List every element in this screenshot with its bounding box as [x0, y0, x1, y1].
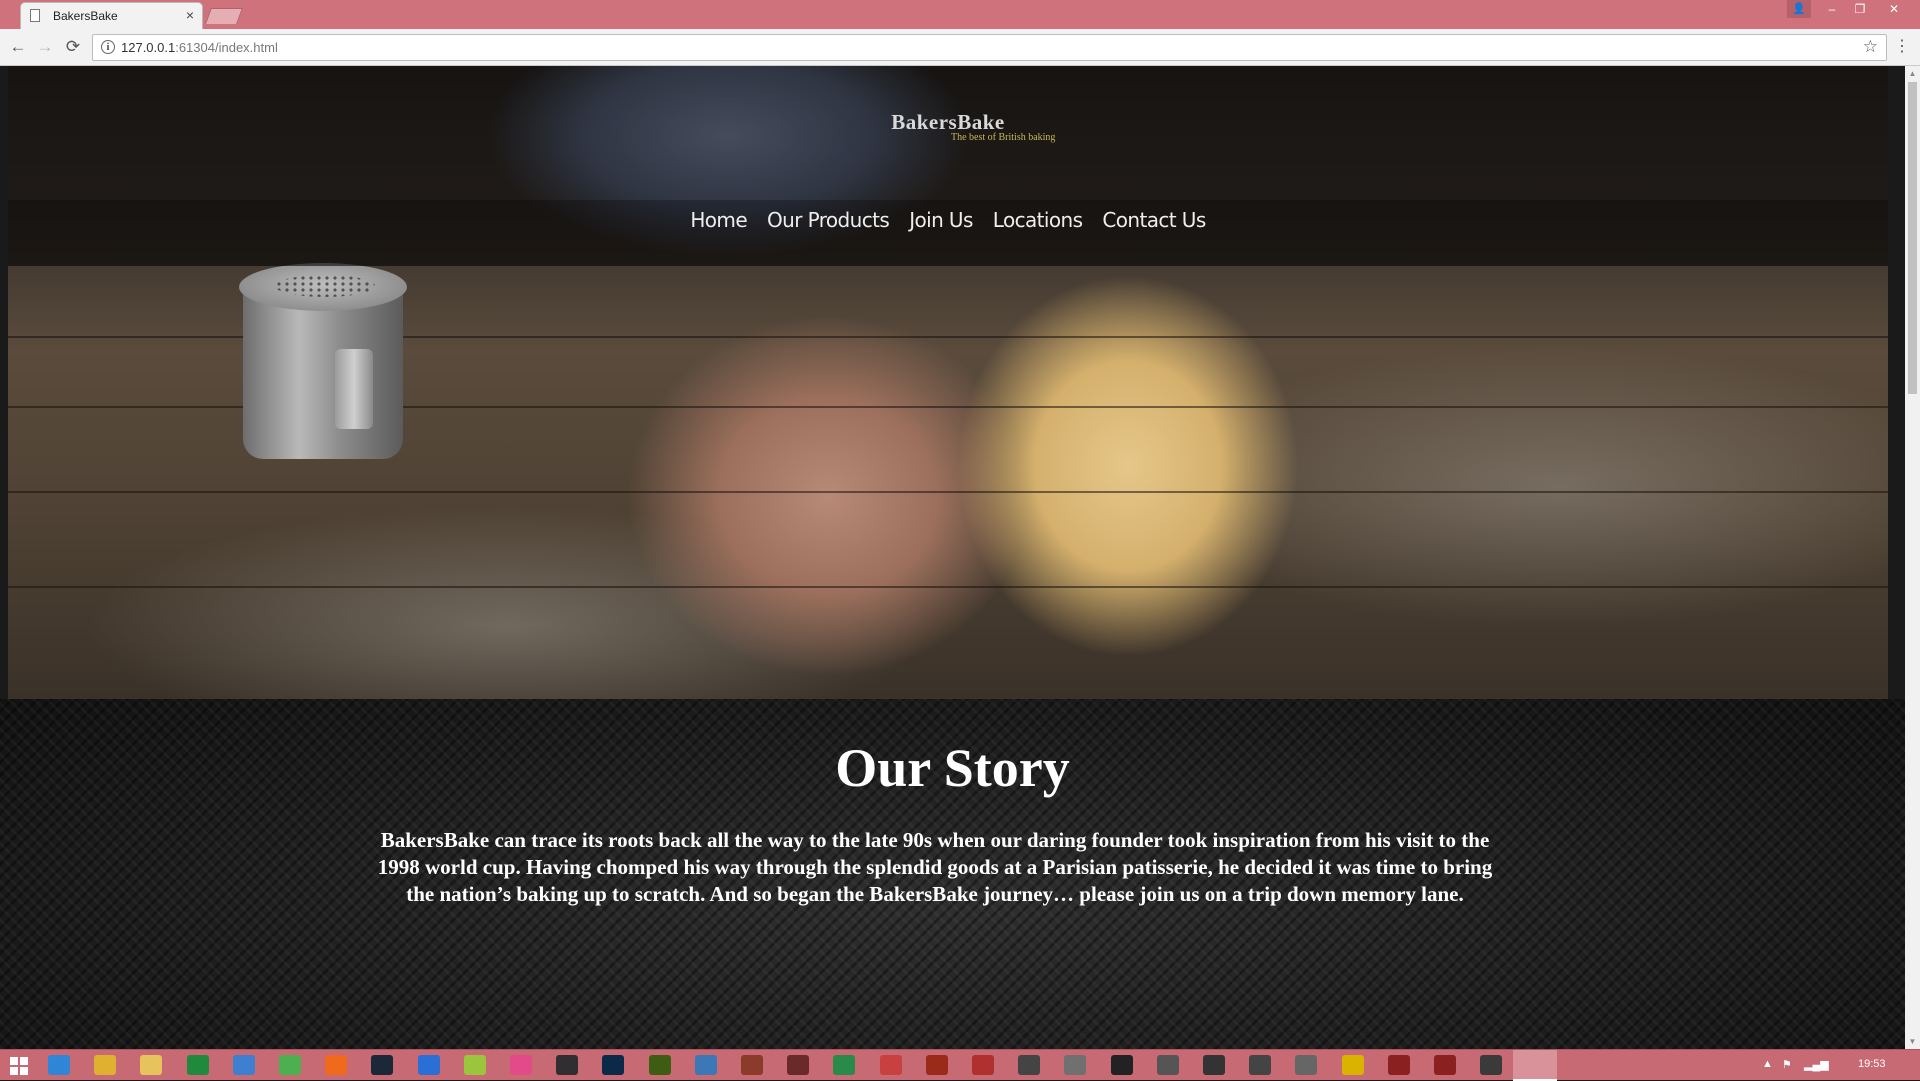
game-app-icon-12[interactable] [1249, 1055, 1271, 1075]
keyboard-icon[interactable] [233, 1055, 255, 1075]
lime-app-icon[interactable] [464, 1055, 486, 1075]
game-app-icon-9[interactable] [1111, 1055, 1133, 1075]
close-window-button[interactable]: ✕ [1880, 0, 1908, 20]
game-app-icon-1[interactable] [741, 1055, 763, 1075]
active-chrome-taskbar-button[interactable] [1513, 1050, 1557, 1081]
game-app-icon-8[interactable] [1064, 1055, 1086, 1075]
site-header: BakersBake The best of British baking Ho… [8, 66, 1888, 266]
ie-icon[interactable] [48, 1055, 70, 1075]
green-app-icon[interactable] [279, 1055, 301, 1075]
game-app-icon-15[interactable] [1388, 1055, 1410, 1075]
page-scrollbar[interactable]: ▲ ▼ [1905, 66, 1920, 1049]
address-bar[interactable]: i 127.0.0.1:61304/index.html ☆ [92, 34, 1887, 61]
game-app-icon-13[interactable] [1295, 1055, 1317, 1075]
scroll-up-arrow-icon[interactable]: ▲ [1905, 66, 1920, 81]
browser-titlebar: BakersBake × 👤 – ❐ ✕ [0, 0, 1920, 29]
shaker-handle [335, 349, 373, 429]
pink-app-icon[interactable] [510, 1055, 532, 1075]
url-text[interactable]: 127.0.0.1:61304/index.html [121, 40, 278, 55]
system-clock[interactable]: 19:53 [1858, 1058, 1886, 1070]
brand-name: BakersBake [891, 110, 1005, 134]
obs-icon[interactable] [556, 1055, 578, 1075]
reload-button[interactable]: ⟳ [63, 37, 83, 57]
action-center-flag-icon[interactable]: ⚑ [1782, 1058, 1792, 1071]
blue-app-icon[interactable] [418, 1055, 440, 1075]
nav-join-us[interactable]: Join Us [909, 208, 973, 232]
our-story-section: Our Story BakersBake can trace its roots… [0, 699, 1905, 1049]
site-info-icon[interactable]: i [101, 40, 115, 54]
chrome-icon[interactable] [94, 1055, 116, 1075]
brand-tagline: The best of British baking [951, 132, 1056, 143]
game-app-icon-2[interactable] [787, 1055, 809, 1075]
restore-button[interactable]: ❐ [1846, 0, 1874, 20]
new-tab-button[interactable] [205, 8, 243, 24]
minimize-button[interactable]: – [1818, 0, 1846, 20]
browser-menu-icon[interactable]: ⋮ [1894, 37, 1910, 57]
windows-taskbar: ▲ ⚑ ▂▄▆ 19:53 [0, 1049, 1920, 1081]
game-app-icon-4[interactable] [880, 1055, 902, 1075]
shaker-holes [275, 275, 375, 297]
user-profile-icon[interactable]: 👤 [1787, 0, 1811, 18]
nav-our-products[interactable]: Our Products [767, 208, 890, 232]
page-favicon-icon [30, 9, 40, 22]
bookmark-star-icon[interactable]: ☆ [1863, 37, 1878, 57]
url-path: :61304/index.html [175, 40, 278, 55]
forward-button[interactable]: → [35, 37, 55, 57]
dreamweaver-icon[interactable] [649, 1055, 671, 1075]
tab-close-icon[interactable]: × [186, 7, 194, 23]
main-navigation: Home Our Products Join Us Locations Cont… [8, 200, 1888, 266]
tray-overflow-icon[interactable]: ▲ [1762, 1058, 1773, 1070]
photoshop-icon[interactable] [602, 1055, 624, 1075]
story-body: BakersBake can trace its roots back all … [377, 828, 1493, 906]
game-app-icon-16[interactable] [1434, 1055, 1456, 1075]
brand-logo[interactable]: BakersBake The best of British baking [8, 110, 1888, 143]
scroll-down-arrow-icon[interactable]: ▼ [1905, 1034, 1920, 1049]
windows-start-icon[interactable] [10, 1057, 28, 1075]
table-plank-line [8, 586, 1888, 588]
game-app-icon-11[interactable] [1203, 1055, 1225, 1075]
story-heading: Our Story [835, 738, 1070, 798]
nav-locations[interactable]: Locations [993, 208, 1083, 232]
file-explorer-icon[interactable] [140, 1055, 162, 1075]
network-signal-icon[interactable]: ▂▄▆ [1804, 1058, 1829, 1071]
scrollbar-thumb[interactable] [1908, 82, 1917, 394]
game-app-icon-14[interactable] [1342, 1055, 1364, 1075]
hero-image: BakersBake The best of British baking Ho… [8, 66, 1888, 699]
game-app-icon-3[interactable] [833, 1055, 855, 1075]
game-app-icon-7[interactable] [1018, 1055, 1040, 1075]
browser-toolbar: ← → ⟳ i 127.0.0.1:61304/index.html ☆ ⋮ [0, 29, 1920, 66]
back-button[interactable]: ← [8, 37, 28, 57]
table-plank-line [8, 491, 1888, 493]
nav-home[interactable]: Home [690, 208, 747, 232]
orange-app-icon[interactable] [325, 1055, 347, 1075]
browser-tab[interactable]: BakersBake × [20, 2, 203, 29]
game-app-icon-17[interactable] [1480, 1055, 1502, 1075]
flour-shaker-image [239, 263, 407, 459]
game-app-icon-10[interactable] [1157, 1055, 1179, 1075]
visual-studio-icon[interactable] [695, 1055, 717, 1075]
url-host: 127.0.0.1 [121, 40, 176, 55]
excel-icon[interactable] [187, 1055, 209, 1075]
tab-title: BakersBake [53, 9, 118, 23]
game-app-icon-5[interactable] [926, 1055, 948, 1075]
nav-contact-us[interactable]: Contact Us [1102, 208, 1206, 232]
game-app-icon-6[interactable] [972, 1055, 994, 1075]
page-viewport: BakersBake The best of British baking Ho… [0, 66, 1905, 1049]
steam-icon[interactable] [371, 1055, 393, 1075]
